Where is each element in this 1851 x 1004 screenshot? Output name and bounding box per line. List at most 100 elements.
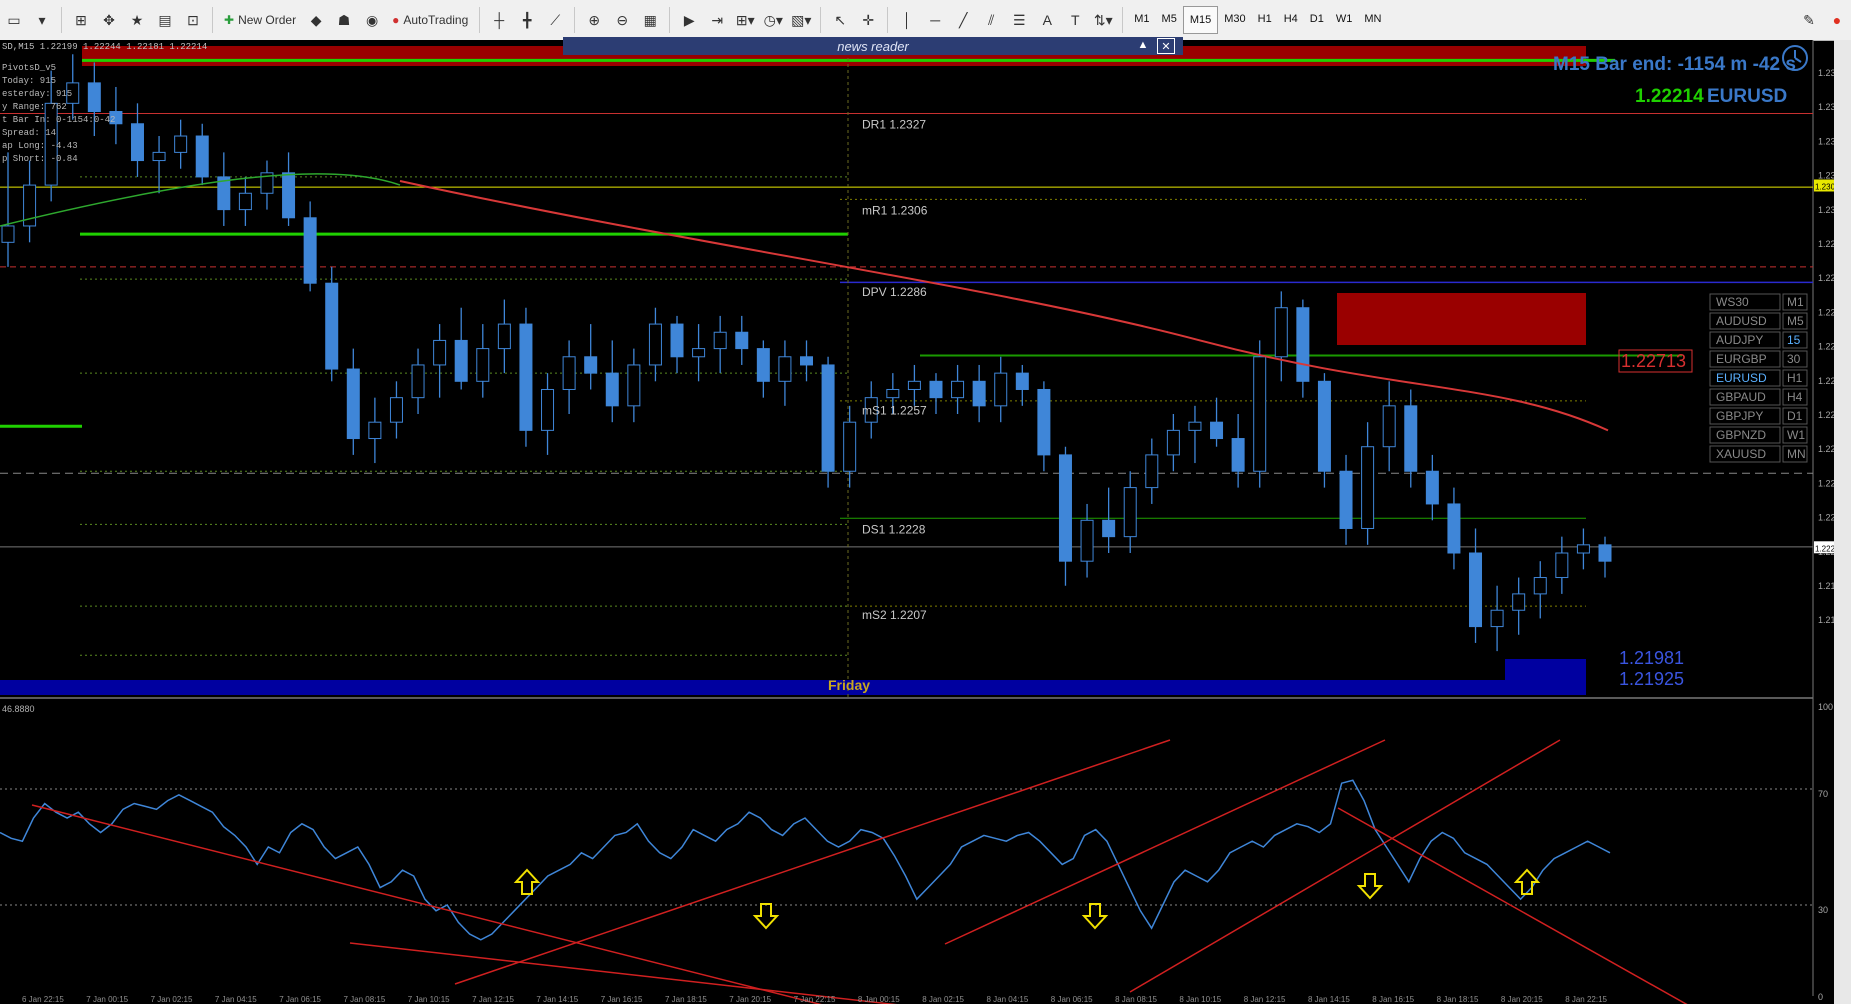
symbol-button-gbpaud[interactable]: GBPAUD H4 [1709, 388, 1808, 406]
timeframe-h1[interactable]: H1 [1252, 6, 1278, 32]
tester-icon[interactable]: ⊡ [180, 6, 206, 34]
price-chart[interactable]: DR1 1.2327 mR1 1.2306 DPV 1.2286 mS1 1.2257… [0, 40, 1834, 1004]
candle-body [843, 421, 857, 472]
channel-icon[interactable]: ⫽ [978, 6, 1004, 34]
symbol-button-gbpnzd[interactable]: GBPNZD W1 [1709, 426, 1808, 444]
news-reader-bar[interactable]: news reader ▲ ✕ [563, 37, 1183, 55]
timeframe-m5[interactable]: M5 [1156, 6, 1183, 32]
candle-body [1, 225, 15, 243]
price-tag-yellow-text: 1.23099 [1815, 182, 1834, 191]
time-axis-label: 8 Jan 02:15 [922, 995, 964, 1004]
info-panel-line: y Range: 762 [2, 102, 67, 112]
zoom-in-icon[interactable]: ⊕ [581, 6, 607, 34]
tile-windows-icon[interactable]: ▦ [637, 6, 663, 34]
news-reader-title: news reader [837, 38, 909, 54]
fibonacci-icon[interactable]: ☰ [1006, 6, 1032, 34]
timeframe-h4[interactable]: H4 [1278, 6, 1304, 32]
timeframe-button-label: H4 [1787, 390, 1803, 404]
info-panel-line: PivotsD_v5 [2, 63, 56, 73]
symbol-button-ws30[interactable]: WS30 M1 [1709, 293, 1808, 311]
zone-label-red: 1.22713 [1621, 351, 1686, 371]
arrows-icon[interactable]: ⇅▾ [1090, 6, 1116, 34]
close-icon[interactable]: ✕ [1157, 38, 1175, 54]
symbol-header: SD,M15 1.22199 1.22244 1.22181 1.22214 [2, 42, 207, 52]
symbol-label: EURUSD [1707, 86, 1787, 107]
symbol-button-eurgbp[interactable]: EURGBP 30 [1709, 350, 1808, 368]
account-icon[interactable]: ✎ [1796, 6, 1822, 34]
alert-icon[interactable]: ● [1824, 6, 1850, 34]
oscillator-panel [0, 700, 1813, 996]
symbol-button-label: GBPJPY [1716, 409, 1763, 423]
oscillator-level-label: 30 [1818, 905, 1828, 915]
data-window-icon[interactable]: ✥ [96, 6, 122, 34]
candle-body [1231, 438, 1245, 472]
line-chart-icon[interactable]: ⟋ [542, 6, 568, 34]
candle-body [1512, 593, 1526, 611]
periods-icon[interactable]: ◷▾ [760, 6, 786, 34]
indicators-icon[interactable]: ⊞▾ [732, 6, 758, 34]
horizontal-line-icon[interactable]: ─ [922, 6, 948, 34]
vertical-scrollbar[interactable] [1834, 40, 1851, 1004]
auto-scroll-icon[interactable]: ▶ [676, 6, 702, 34]
candle-body [951, 380, 965, 399]
candle-body [433, 339, 447, 366]
candlestick-icon[interactable]: ╋ [514, 6, 540, 34]
signals-icon[interactable]: ☗ [331, 6, 357, 34]
candle-body [584, 356, 598, 374]
time-axis-label: 8 Jan 20:15 [1501, 995, 1543, 1004]
candle-body [648, 323, 662, 366]
symbol-button-audjpy[interactable]: AUDJPY 15 [1709, 331, 1808, 349]
terminal-icon[interactable]: ▤ [152, 6, 178, 34]
timeframe-m1[interactable]: M1 [1128, 6, 1155, 32]
autotrading-button[interactable]: ● AutoTrading [387, 6, 473, 34]
red-zone-box [1337, 293, 1586, 345]
label-icon[interactable]: T [1062, 6, 1088, 34]
timeframe-button-label: 30 [1787, 352, 1801, 366]
zone-label-blue: 1.21925 [1619, 669, 1684, 689]
timeframe-m15[interactable]: M15 [1182, 6, 1219, 34]
timeframe-mn[interactable]: MN [1358, 6, 1387, 32]
zoom-out-icon[interactable]: ⊖ [609, 6, 635, 34]
bar-chart-icon[interactable]: ┼ [486, 6, 512, 34]
vertical-line-icon[interactable]: │ [894, 6, 920, 34]
metaeditor-icon[interactable]: ◆ [303, 6, 329, 34]
timeframe-button-label: MN [1787, 447, 1806, 461]
navigator-icon[interactable]: ★ [124, 6, 150, 34]
cursor-icon[interactable]: ↖ [827, 6, 853, 34]
candle-body [195, 135, 209, 178]
candle-body [389, 397, 403, 423]
timeframe-d1[interactable]: D1 [1304, 6, 1330, 32]
info-panel-line: Spread: 14 [2, 128, 56, 138]
candle-body [994, 372, 1008, 407]
symbol-button-label: AUDUSD [1716, 314, 1767, 328]
time-axis-label: 7 Jan 08:15 [344, 995, 386, 1004]
day-label: Friday [828, 677, 870, 693]
time-axis-label: 8 Jan 12:15 [1244, 995, 1286, 1004]
bar-end-timer: M15 Bar end: -1154 m -42 s [1553, 54, 1796, 75]
candle-body [238, 192, 252, 211]
price-axis-label: 1.22265 [1818, 478, 1834, 488]
symbol-button-eurusd[interactable]: EURUSD H1 [1709, 369, 1808, 387]
timeframe-w1[interactable]: W1 [1330, 6, 1359, 32]
candle-body [1058, 454, 1072, 562]
symbol-button-audusd[interactable]: AUDUSD M5 [1709, 312, 1808, 330]
market-icon[interactable]: ◉ [359, 6, 385, 34]
symbol-button-gbpjpy[interactable]: GBPJPY D1 [1709, 407, 1808, 425]
time-axis-label: 8 Jan 18:15 [1437, 995, 1479, 1004]
text-icon[interactable]: A [1034, 6, 1060, 34]
collapse-icon[interactable]: ▲ [1135, 38, 1151, 52]
templates-icon[interactable]: ▧▾ [788, 6, 814, 34]
info-panel-line: t Bar In: 0-1154:0-42 [2, 115, 115, 125]
market-watch-icon[interactable]: ⊞ [68, 6, 94, 34]
new-chart-icon[interactable]: ▭ [1, 6, 27, 34]
crosshair-icon[interactable]: ✛ [855, 6, 881, 34]
time-axis-label: 8 Jan 06:15 [1051, 995, 1093, 1004]
timeframe-m30[interactable]: M30 [1218, 6, 1251, 32]
new-order-button[interactable]: ✚ New Order [219, 6, 301, 34]
profiles-icon[interactable]: ▾ [29, 6, 55, 34]
candle-body [454, 339, 468, 382]
chart-shift-icon[interactable]: ⇥ [704, 6, 730, 34]
trendline-icon[interactable]: ╱ [950, 6, 976, 34]
candle-body [1555, 552, 1569, 579]
symbol-button-xauusd[interactable]: XAUUSD MN [1709, 445, 1808, 463]
